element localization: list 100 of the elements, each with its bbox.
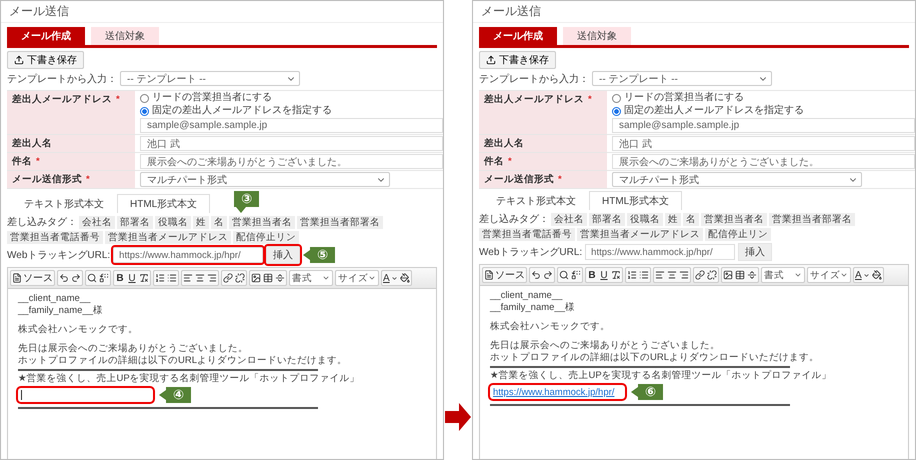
tracking-url-label: WebトラッキングURL: bbox=[7, 249, 110, 262]
tracking-url-field[interactable]: https://www.hammock.jp/hpr/ bbox=[585, 244, 736, 260]
background-color-icon[interactable] bbox=[870, 268, 883, 282]
source-button[interactable]: ソース bbox=[11, 271, 54, 285]
field-label: 差出人メールアドレス * bbox=[7, 91, 135, 135]
tag-button[interactable]: 部署名 bbox=[589, 212, 625, 226]
tab[interactable]: メール作成 bbox=[479, 27, 557, 45]
tag-button[interactable]: 営業担当者名 bbox=[701, 212, 767, 226]
template-select[interactable]: -- テンプレート -- bbox=[120, 71, 300, 86]
tag-button[interactable]: 配信停止リン bbox=[705, 228, 771, 241]
source-button[interactable]: ソース bbox=[483, 268, 526, 282]
tag-button[interactable]: 営業担当者部署名 bbox=[769, 212, 855, 226]
image-icon[interactable] bbox=[722, 268, 734, 282]
tag-button[interactable]: 会社名 bbox=[551, 212, 587, 226]
tag-button[interactable]: 営業担当者メールアドレス bbox=[577, 228, 703, 241]
size-dropdown[interactable]: サイズ bbox=[335, 270, 379, 286]
radio-option[interactable]: リードの営業担当者にする bbox=[140, 92, 443, 104]
body-text: __family_name__様 bbox=[490, 302, 576, 314]
tag-button[interactable]: 会社名 bbox=[79, 216, 115, 228]
body-tab[interactable]: テキスト形式本文 bbox=[11, 194, 117, 213]
field-label: 件名 * bbox=[479, 153, 607, 171]
background-color-icon[interactable] bbox=[398, 271, 411, 285]
step-callout: ⑤ bbox=[303, 247, 336, 263]
save-draft-button[interactable]: 下書き保存 bbox=[479, 51, 556, 69]
window-title: メール送信 bbox=[481, 4, 541, 18]
bold-button[interactable]: B bbox=[114, 271, 126, 285]
format-dropdown[interactable]: 書式 bbox=[289, 270, 333, 286]
document-icon bbox=[12, 273, 22, 283]
table-icon[interactable] bbox=[262, 271, 274, 285]
insert-button[interactable]: 挿入 bbox=[266, 246, 300, 264]
upload-icon bbox=[486, 55, 496, 65]
email-field[interactable]: sample@sample.sample.jp bbox=[140, 118, 443, 133]
tab[interactable]: 送信対象 bbox=[563, 27, 631, 45]
body-tab[interactable]: HTML形式本文 bbox=[589, 191, 682, 210]
tag-button[interactable]: 役職名 bbox=[155, 216, 191, 228]
field-label: 差出人名 bbox=[479, 135, 607, 153]
tag-button[interactable]: 役職名 bbox=[627, 212, 663, 226]
body-tab[interactable]: テキスト形式本文 bbox=[483, 191, 589, 210]
replace-icon[interactable] bbox=[570, 268, 582, 282]
tracking-url-field[interactable]: https://www.hammock.jp/hpr/ bbox=[113, 247, 264, 263]
body-text: ★営業を強くし、売上UPを実現する名刺管理ツール「ホットプロファイル」 bbox=[490, 370, 833, 382]
tag-button[interactable]: 配信停止リン bbox=[233, 231, 299, 244]
input-field[interactable]: 展示会へのご来場ありがとうございました。 bbox=[612, 154, 915, 169]
step-callout: ⑥ bbox=[631, 384, 664, 400]
image-icon[interactable] bbox=[250, 271, 262, 285]
underline-button[interactable]: U bbox=[126, 271, 138, 285]
search-icon[interactable] bbox=[558, 268, 570, 282]
template-label: テンプレートから入力： bbox=[479, 72, 589, 86]
tag-button[interactable]: 営業担当者名 bbox=[229, 216, 295, 228]
caret-icon bbox=[368, 274, 376, 282]
caret-icon bbox=[322, 274, 330, 282]
link-icon[interactable] bbox=[222, 271, 234, 285]
radio-option[interactable]: 固定の差出人メールアドレスを指定する bbox=[612, 105, 915, 117]
email-field[interactable]: sample@sample.sample.jp bbox=[612, 118, 915, 133]
tab[interactable]: 送信対象 bbox=[91, 27, 159, 45]
tag-button[interactable]: 営業担当者部署名 bbox=[297, 216, 383, 228]
field-label: メール送信形式 * bbox=[479, 171, 607, 189]
tracking-url-label: WebトラッキングURL: bbox=[479, 246, 582, 259]
tag-button[interactable]: 名 bbox=[211, 216, 227, 228]
redo-icon[interactable] bbox=[542, 268, 554, 282]
link-icon[interactable] bbox=[694, 268, 706, 282]
undo-icon[interactable] bbox=[530, 268, 542, 282]
text-cursor bbox=[21, 390, 22, 400]
save-draft-button[interactable]: 下書き保存 bbox=[7, 51, 84, 69]
format-select[interactable]: マルチパート形式 bbox=[612, 172, 862, 187]
input-field[interactable]: 池口 武 bbox=[140, 136, 443, 151]
tag-button[interactable]: 姓 bbox=[193, 216, 209, 228]
tab[interactable]: メール作成 bbox=[7, 27, 85, 45]
template-select[interactable]: -- テンプレート -- bbox=[592, 71, 772, 86]
field-label: 差出人名 bbox=[7, 135, 135, 153]
format-dropdown[interactable]: 書式 bbox=[761, 267, 805, 283]
body-tab[interactable]: HTML形式本文 bbox=[117, 194, 210, 213]
size-dropdown[interactable]: サイズ bbox=[807, 267, 851, 283]
table-icon[interactable] bbox=[734, 268, 746, 282]
body-link[interactable]: https://www.hammock.jp/hpr/ bbox=[493, 386, 614, 398]
tag-button[interactable]: 営業担当者メールアドレス bbox=[105, 231, 231, 244]
bold-button[interactable]: B bbox=[586, 268, 598, 282]
right-arrow bbox=[445, 402, 471, 432]
unlink-icon[interactable] bbox=[706, 268, 718, 282]
tag-button[interactable]: 営業担当者電話番号 bbox=[479, 228, 575, 241]
replace-icon[interactable] bbox=[98, 271, 110, 285]
tag-button[interactable]: 姓 bbox=[665, 212, 681, 226]
tag-button[interactable]: 営業担当者電話番号 bbox=[7, 231, 103, 244]
redo-icon[interactable] bbox=[70, 271, 82, 285]
unlink-icon[interactable] bbox=[234, 271, 246, 285]
undo-icon[interactable] bbox=[58, 271, 70, 285]
format-select[interactable]: マルチパート形式 bbox=[140, 172, 390, 187]
underline-button[interactable]: U bbox=[598, 268, 610, 282]
radio-option[interactable]: リードの営業担当者にする bbox=[612, 92, 915, 104]
field-label: メール送信形式 * bbox=[7, 171, 135, 189]
input-field[interactable]: 池口 武 bbox=[612, 136, 915, 151]
input-field[interactable]: 展示会へのご来場ありがとうございました。 bbox=[140, 154, 443, 169]
radio-option[interactable]: 固定の差出人メールアドレスを指定する bbox=[140, 105, 443, 117]
search-icon[interactable] bbox=[86, 271, 98, 285]
body-text: 先日は展示会へのご来場ありがとうございました。 bbox=[18, 343, 249, 355]
tag-button[interactable]: 部署名 bbox=[117, 216, 153, 228]
tags-label: 差し込みタグ： bbox=[7, 216, 77, 229]
tag-button[interactable]: 名 bbox=[683, 212, 699, 226]
insert-button[interactable]: 挿入 bbox=[738, 243, 772, 261]
body-text: __family_name__様 bbox=[18, 305, 104, 317]
